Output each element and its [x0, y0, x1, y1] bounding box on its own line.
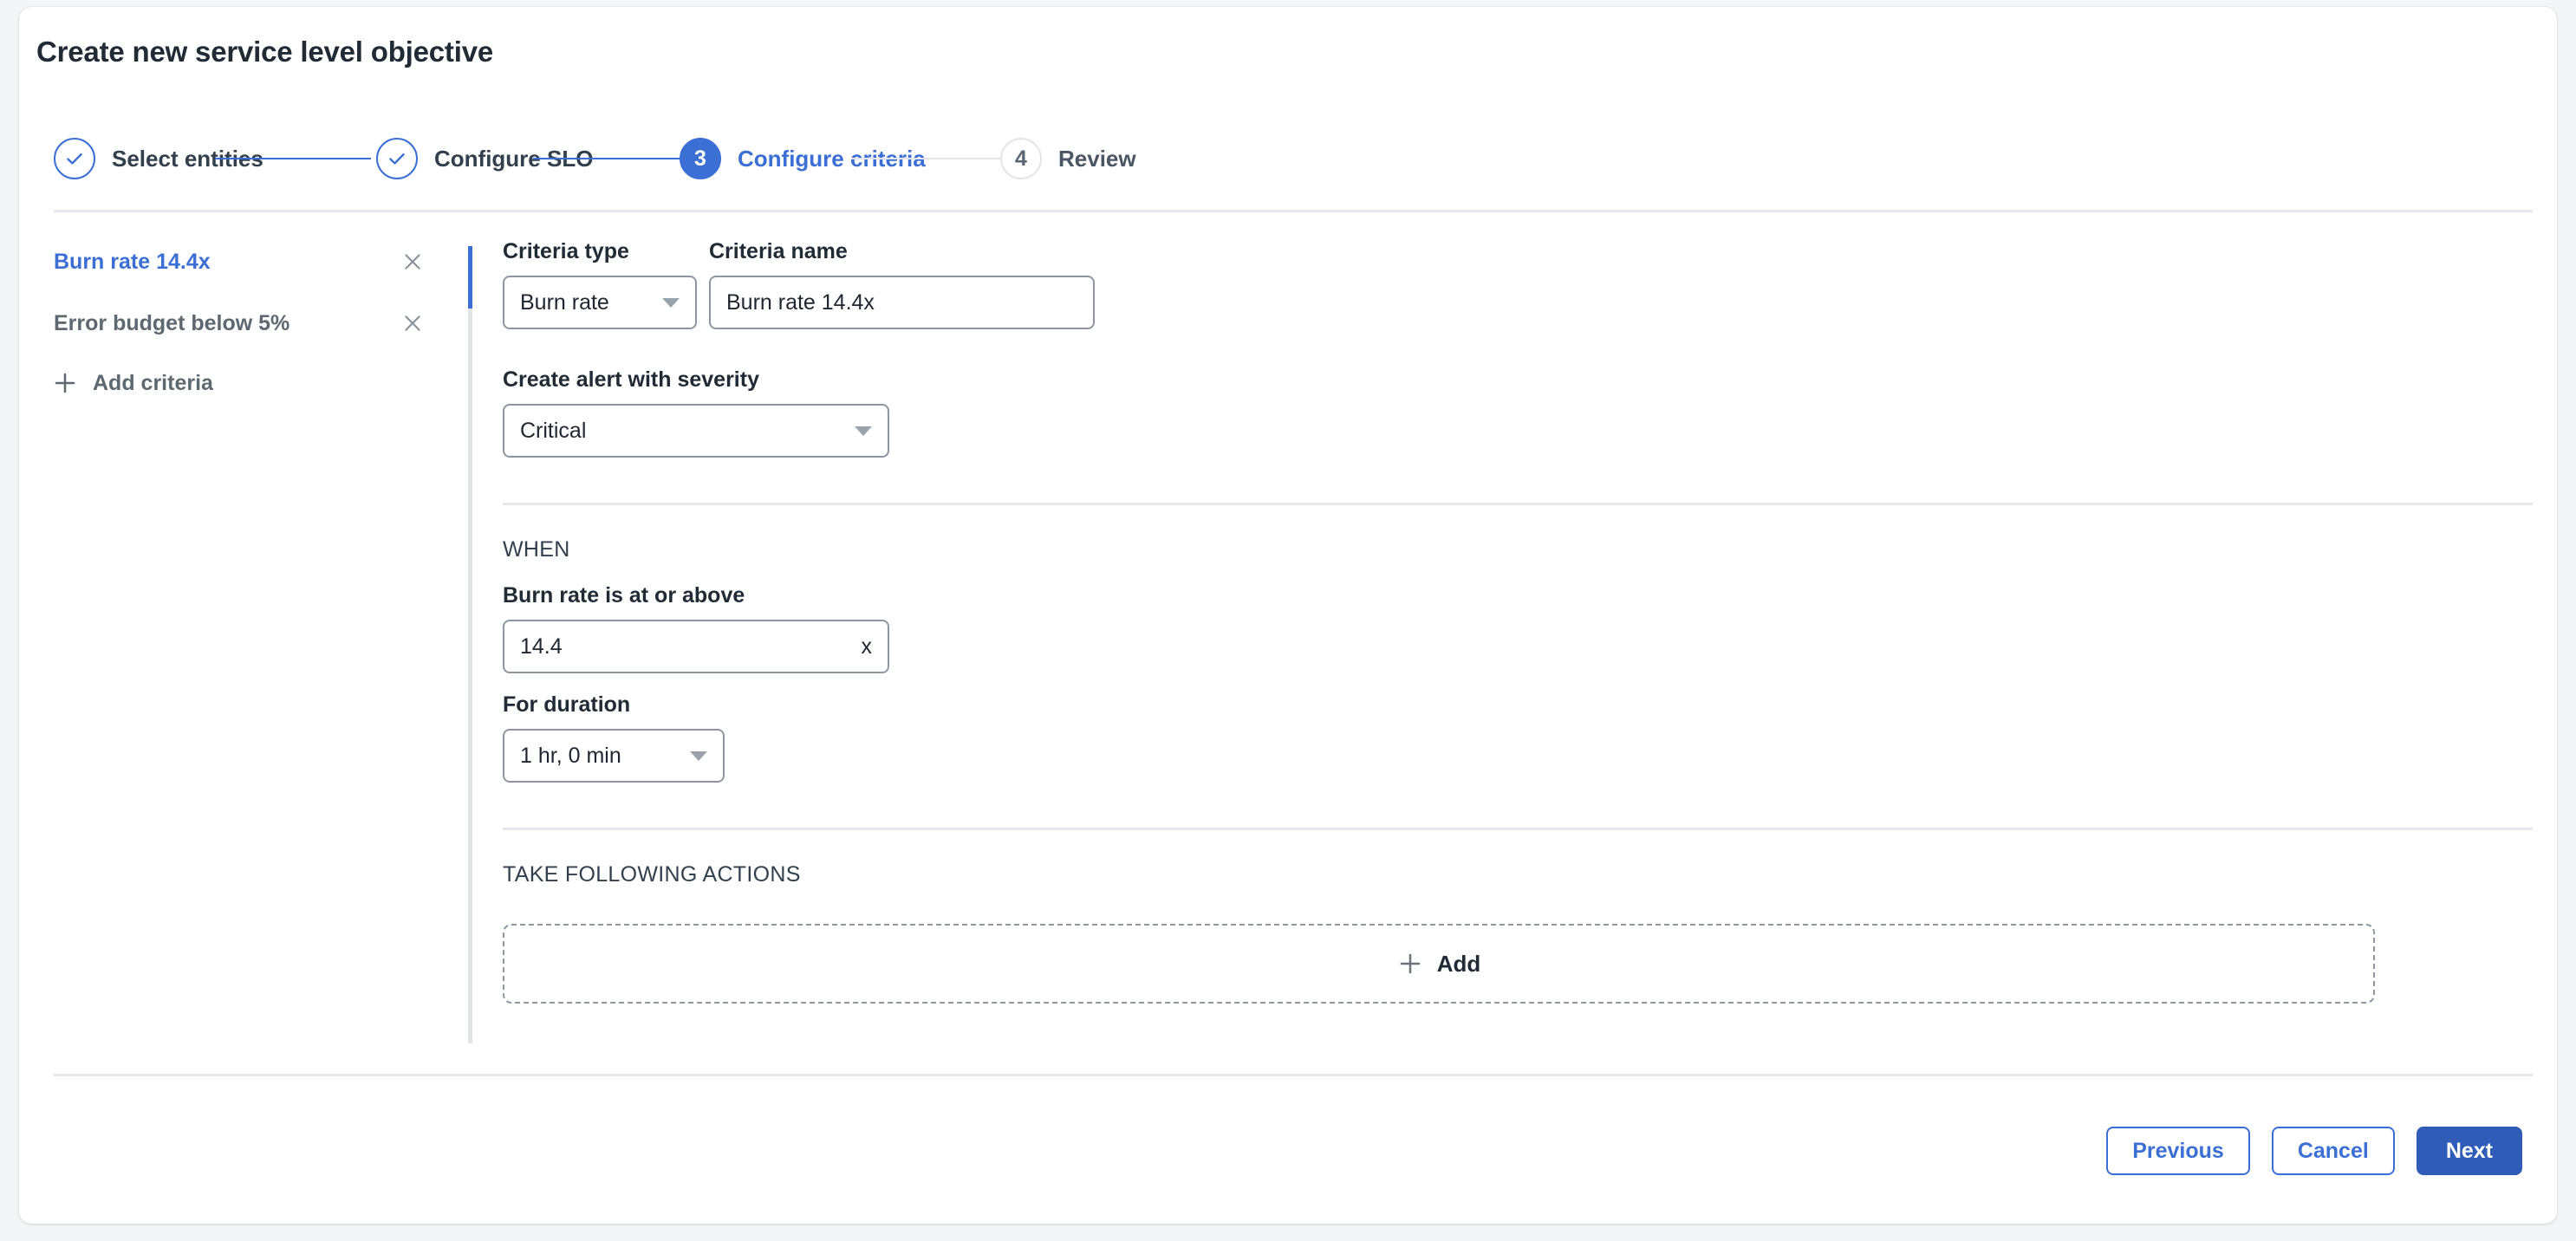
close-icon[interactable]: [400, 250, 425, 274]
step-connector-2-3: [533, 158, 689, 159]
duration-select[interactable]: 1 hr, 0 min: [503, 729, 725, 783]
when-heading: WHEN: [503, 537, 570, 562]
step-connector-3-4: [851, 158, 1016, 159]
burn-rate-unit-suffix: x: [861, 633, 873, 659]
when-section: WHEN Burn rate is at or above 14.4 x For…: [503, 537, 2533, 783]
criteria-name-input[interactable]: Burn rate 14.4x: [709, 276, 1095, 329]
when-section-divider: [503, 503, 2533, 505]
severity-select[interactable]: Critical: [503, 404, 889, 458]
add-criteria-label: Add criteria: [93, 370, 213, 395]
step-review[interactable]: 4 Review: [1000, 128, 1136, 189]
criteria-list-item-error-budget[interactable]: Error budget below 5%: [19, 302, 452, 344]
wizard-stepper: Select entities Configure SLO 3 Configur…: [36, 128, 2515, 189]
previous-button[interactable]: Previous: [2106, 1127, 2250, 1175]
step-3-number: 3: [680, 138, 721, 179]
criteria-name-value: Burn rate 14.4x: [726, 289, 875, 315]
criteria-list-item-label: Error budget below 5%: [54, 310, 290, 335]
chevron-down-icon: [690, 750, 707, 761]
burn-rate-threshold-input[interactable]: 14.4 x: [503, 620, 889, 673]
footer-actions: Previous Cancel Next: [2106, 1127, 2522, 1175]
step-2-status-icon: [376, 138, 418, 179]
criteria-name-label: Criteria name: [709, 239, 848, 263]
chevron-down-icon: [662, 297, 680, 308]
severity-field: Create alert with severity Critical: [503, 367, 889, 458]
burn-rate-threshold-field: Burn rate is at or above 14.4 x: [503, 583, 889, 673]
criteria-list-item-burn-rate[interactable]: Burn rate 14.4x: [19, 241, 452, 283]
actions-section: TAKE FOLLOWING ACTIONS Add: [503, 862, 2533, 1004]
criteria-rail: [468, 246, 472, 1043]
actions-section-divider: [503, 828, 2533, 830]
plus-icon: [52, 370, 78, 396]
chevron-down-icon: [855, 426, 872, 436]
step-4-label: Review: [1058, 145, 1136, 172]
duration-label: For duration: [503, 692, 631, 717]
step-connector-1-2: [215, 158, 371, 159]
criteria-form: Criteria type Burn rate Criteria name Bu…: [503, 239, 2533, 1004]
header-divider: [54, 210, 2533, 212]
actions-heading: TAKE FOLLOWING ACTIONS: [503, 862, 801, 887]
add-criteria-button[interactable]: Add criteria: [19, 364, 452, 402]
page-title: Create new service level objective: [36, 36, 494, 68]
criteria-list-item-label: Burn rate 14.4x: [54, 249, 211, 274]
criteria-type-value: Burn rate: [520, 289, 609, 315]
criteria-sidebar: Burn rate 14.4x Error budget below 5% Ad…: [19, 241, 452, 402]
burn-rate-threshold-label: Burn rate is at or above: [503, 583, 745, 608]
footer-divider: [54, 1074, 2533, 1076]
criteria-rail-active-indicator: [468, 246, 472, 309]
criteria-identity-row: Criteria type Burn rate Criteria name Bu…: [503, 239, 2533, 329]
duration-value: 1 hr, 0 min: [520, 743, 621, 768]
duration-field: For duration 1 hr, 0 min: [503, 692, 725, 783]
severity-label: Create alert with severity: [503, 367, 759, 392]
criteria-type-select[interactable]: Burn rate: [503, 276, 697, 329]
step-4-number: 4: [1000, 138, 1042, 179]
cancel-button[interactable]: Cancel: [2271, 1127, 2395, 1175]
create-slo-card: Create new service level objective Selec…: [19, 7, 2557, 1224]
severity-value: Critical: [520, 418, 587, 443]
criteria-type-label: Criteria type: [503, 239, 629, 263]
close-icon[interactable]: [400, 311, 425, 335]
add-action-button[interactable]: Add: [503, 924, 2375, 1004]
step-1-status-icon: [54, 138, 95, 179]
plus-icon: [1397, 951, 1423, 977]
burn-rate-threshold-value: 14.4: [520, 633, 563, 659]
next-button[interactable]: Next: [2416, 1127, 2522, 1175]
add-action-label: Add: [1436, 950, 1481, 977]
